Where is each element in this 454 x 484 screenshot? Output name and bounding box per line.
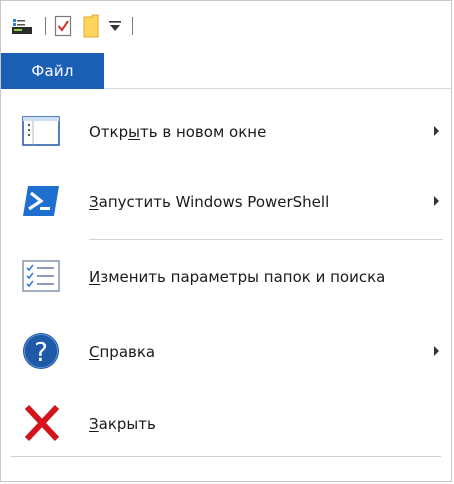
close-icon	[19, 403, 63, 443]
submenu-arrow-icon	[434, 196, 439, 206]
submenu-arrow-icon	[434, 346, 439, 356]
toolbar-separator	[132, 17, 133, 35]
menu-item-label: Справка	[89, 343, 156, 361]
file-tab[interactable]: Файл	[1, 53, 104, 89]
folder-options-icon	[19, 256, 63, 296]
customize-toolbar-icon[interactable]	[108, 14, 122, 38]
menu-bottom-divider	[11, 456, 441, 457]
menu-item-help[interactable]: ? Справка	[1, 322, 451, 382]
menu-item-label: Запустить Windows PowerShell	[89, 193, 330, 211]
menu-item-powershell[interactable]: Запустить Windows PowerShell	[1, 172, 451, 232]
menu-item-close[interactable]: Закрыть	[1, 394, 451, 454]
svg-text:?: ?	[34, 338, 48, 368]
quick-access-toolbar	[1, 1, 451, 51]
menu-divider	[89, 239, 443, 240]
menu-item-label: Изменить параметры папок и поиска	[89, 268, 386, 286]
menu-item-label: Закрыть	[89, 415, 156, 433]
explorer-file-menu-window: Файл Открыть в новом окне Запустить Wind…	[0, 0, 452, 482]
checklist-icon[interactable]	[54, 14, 72, 38]
file-menu: Открыть в новом окне Запустить Windows P…	[1, 89, 451, 483]
menu-item-open-new-window[interactable]: Открыть в новом окне	[1, 102, 451, 162]
toolbar-separator	[45, 17, 46, 35]
properties-icon[interactable]	[11, 14, 33, 38]
menu-item-label: Открыть в новом окне	[89, 123, 267, 141]
menu-item-folder-options[interactable]: Изменить параметры папок и поиска	[1, 247, 451, 307]
ribbon-tab-bar: Файл	[1, 53, 451, 89]
powershell-icon	[19, 181, 63, 221]
new-window-icon	[19, 111, 63, 151]
help-icon: ?	[19, 331, 63, 371]
new-folder-icon[interactable]	[82, 14, 100, 38]
submenu-arrow-icon	[434, 126, 439, 136]
